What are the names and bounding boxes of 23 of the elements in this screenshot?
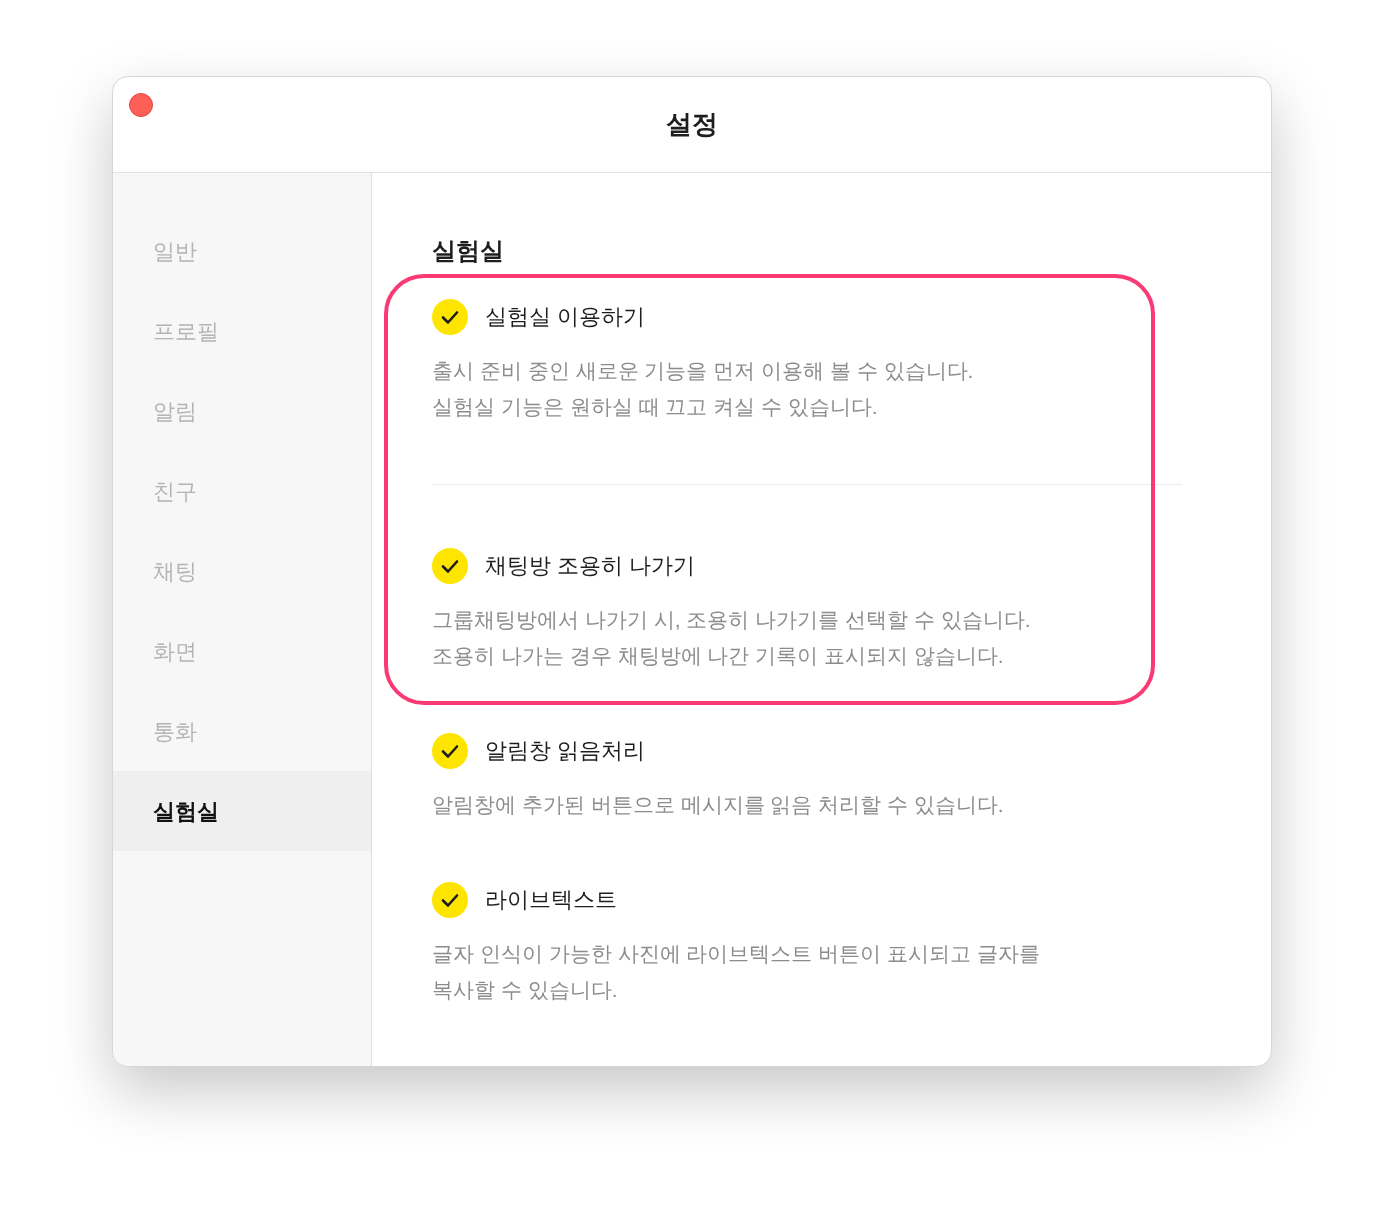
sidebar-item[interactable]: 채팅 (113, 531, 371, 611)
checked-circle-icon[interactable] (432, 733, 468, 769)
sidebar-item[interactable]: 통화 (113, 691, 371, 771)
sidebar-item[interactable]: 일반 (113, 211, 371, 291)
sidebar-item[interactable]: 실험실 (113, 771, 371, 851)
sidebar-item[interactable]: 화면 (113, 611, 371, 691)
window-title: 설정 (666, 108, 718, 141)
checked-circle-icon[interactable] (432, 548, 468, 584)
feature-description: 그룹채팅방에서 나가기 시, 조용히 나가기를 선택할 수 있습니다. 조용히 나가는 경우 채팅방에 나간 기록이 표시되지 않습니다. (432, 607, 1031, 669)
feature-title: 채팅방 조용히 나가기 (485, 552, 696, 580)
feature-description: 출시 준비 중인 새로운 기능을 먼저 이용해 볼 수 있습니다. 실험실 기능은 원하실 때 끄고 켜실 수 있습니다. (432, 358, 974, 420)
feature-title: 알림창 읽음처리 (485, 737, 646, 765)
sidebar-item[interactable]: 친구 (113, 451, 371, 531)
feature-description: 글자 인식이 가능한 사진에 라이브텍스트 버튼이 표시되고 글자를 복사할 수 있습니다. (432, 941, 1040, 1003)
close-button[interactable] (129, 93, 153, 117)
checked-circle-icon[interactable] (432, 299, 468, 335)
feature-description: 알림창에 추가된 버튼으로 메시지를 읽음 처리할 수 있습니다. (432, 792, 1004, 818)
sidebar-item[interactable]: 프로필 (113, 291, 371, 371)
feature-title: 실험실 이용하기 (485, 303, 646, 331)
checked-circle-icon[interactable] (432, 882, 468, 918)
sidebar-item[interactable]: 알림 (113, 371, 371, 451)
feature-title: 라이브텍스트 (485, 886, 617, 914)
section-heading: 실험실 (432, 236, 504, 266)
